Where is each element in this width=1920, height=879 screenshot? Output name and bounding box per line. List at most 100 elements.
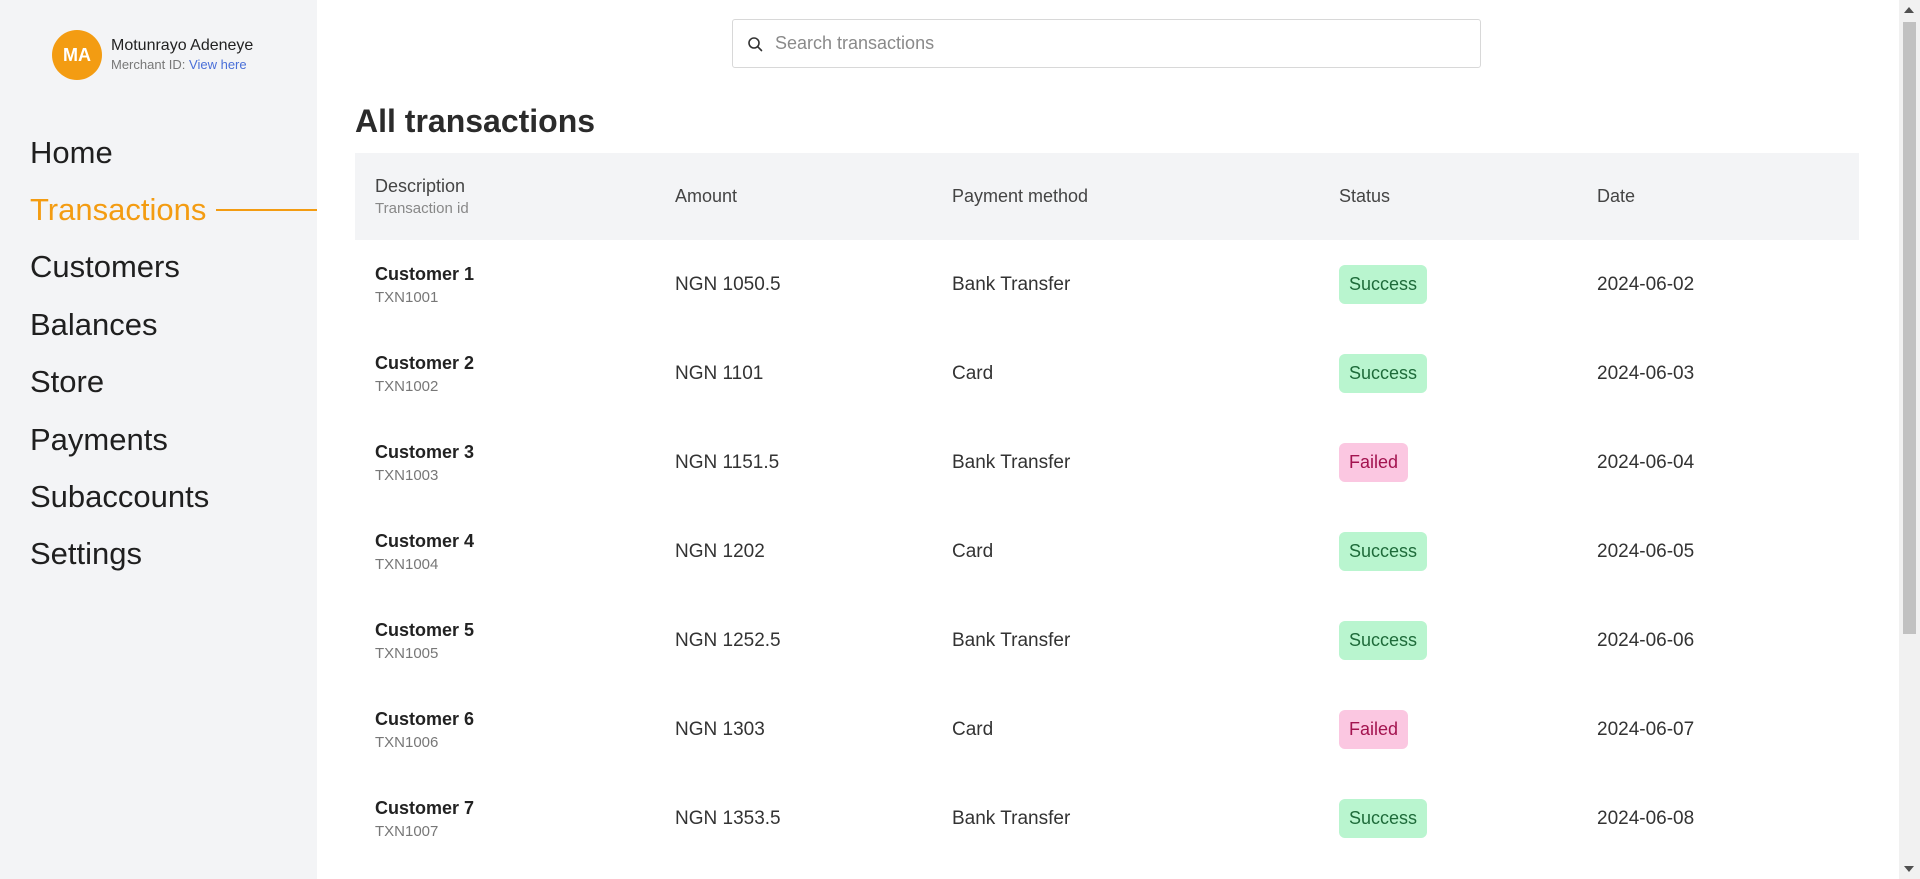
- scroll-down-icon[interactable]: [1904, 866, 1914, 872]
- table-row[interactable]: Customer 6 TXN1006 NGN 1303 Card Failed …: [355, 685, 1859, 774]
- status-badge: Success: [1339, 532, 1428, 571]
- merchant-id-link[interactable]: View here: [189, 57, 247, 72]
- scroll-up-icon[interactable]: [1904, 7, 1914, 13]
- sidebar-item-label: Customers: [30, 249, 180, 285]
- cell-payment-method: Bank Transfer: [952, 451, 1071, 473]
- transaction-id: TXN1005: [375, 644, 439, 662]
- sidebar-item-subaccounts[interactable]: Subaccounts: [30, 468, 317, 525]
- transaction-id: TXN1006: [375, 733, 439, 751]
- cell-date: 2024-06-03: [1597, 362, 1695, 384]
- search-icon: [748, 36, 763, 51]
- cell-date: 2024-06-06: [1597, 629, 1695, 651]
- page-scrollbar[interactable]: [1899, 0, 1920, 879]
- cell-payment-method: Bank Transfer: [952, 807, 1071, 829]
- active-indicator-line: [216, 209, 317, 212]
- cell-description: Customer 6 TXN1006: [355, 709, 655, 751]
- table-row[interactable]: Customer 3 TXN1003 NGN 1151.5 Bank Trans…: [355, 418, 1859, 507]
- cell-status: Success: [1319, 621, 1577, 660]
- scrollbar-thumb[interactable]: [1903, 22, 1916, 634]
- sidebar-item-balances[interactable]: Balances: [30, 296, 317, 353]
- sidebar-item-label: Subaccounts: [30, 479, 210, 515]
- cell-payment-method: Card: [952, 540, 994, 562]
- table-header: Description Transaction id Amount Paymen…: [355, 153, 1859, 240]
- customer-name: Customer 3: [375, 441, 475, 462]
- header-status: Status: [1339, 186, 1391, 206]
- header-amount: Amount: [675, 186, 738, 206]
- header-description: Description Transaction id: [355, 176, 655, 217]
- sidebar-item-label: Transactions: [30, 192, 207, 228]
- customer-name: Customer 1: [375, 263, 475, 284]
- sidebar-item-store[interactable]: Store: [30, 354, 317, 411]
- profile: MA Motunrayo Adeneye Merchant ID: View h…: [52, 30, 253, 80]
- table-row[interactable]: Customer 7 TXN1007 NGN 1353.5 Bank Trans…: [355, 774, 1859, 863]
- header-date: Date: [1597, 186, 1636, 206]
- sidebar-item-label: Home: [30, 134, 113, 170]
- cell-description: Customer 3 TXN1003: [355, 442, 655, 484]
- sidebar-item-transactions[interactable]: Transactions: [30, 181, 317, 238]
- sidebar-item-customers[interactable]: Customers: [30, 239, 317, 296]
- cell-status: Success: [1319, 799, 1577, 838]
- cell-amount: NGN 1101: [675, 362, 764, 384]
- cell-status: Success: [1319, 532, 1577, 571]
- sidebar-nav: Home Transactions Customers Balances Sto…: [30, 124, 317, 583]
- cell-status: Failed: [1319, 710, 1577, 749]
- cell-amount: NGN 1252.5: [675, 629, 781, 651]
- customer-name: Customer 4: [375, 530, 475, 551]
- cell-amount: NGN 1202: [675, 540, 765, 562]
- page-title: All transactions: [355, 103, 596, 139]
- search-input[interactable]: [775, 33, 1455, 54]
- cell-description: Customer 2 TXN1002: [355, 353, 655, 395]
- header-transaction-id-label: Transaction id: [375, 200, 469, 217]
- transaction-id: TXN1002: [375, 377, 439, 395]
- header-description-label: Description: [375, 176, 466, 196]
- cell-description: Customer 4 TXN1004: [355, 531, 655, 573]
- table-row[interactable]: Customer 4 TXN1004 NGN 1202 Card Success…: [355, 507, 1859, 596]
- sidebar-item-payments[interactable]: Payments: [30, 411, 317, 468]
- cell-payment-method: Bank Transfer: [952, 273, 1071, 295]
- cell-date: 2024-06-04: [1597, 451, 1695, 473]
- transactions-table: Description Transaction id Amount Paymen…: [355, 153, 1859, 863]
- avatar[interactable]: MA: [52, 30, 102, 80]
- status-badge: Success: [1339, 265, 1428, 304]
- sidebar-item-settings[interactable]: Settings: [30, 526, 317, 583]
- customer-name: Customer 7: [375, 797, 475, 818]
- cell-amount: NGN 1050.5: [675, 273, 781, 295]
- cell-description: Customer 7 TXN1007: [355, 798, 655, 840]
- cell-amount: NGN 1303: [675, 718, 765, 740]
- table-row[interactable]: Customer 1 TXN1001 NGN 1050.5 Bank Trans…: [355, 240, 1859, 329]
- merchant-id-line: Merchant ID: View here: [111, 56, 253, 74]
- header-payment-method: Payment method: [952, 186, 1089, 206]
- cell-date: 2024-06-08: [1597, 807, 1695, 829]
- table-row[interactable]: Customer 5 TXN1005 NGN 1252.5 Bank Trans…: [355, 596, 1859, 685]
- customer-name: Customer 6: [375, 708, 475, 729]
- cell-status: Failed: [1319, 443, 1577, 482]
- status-badge: Failed: [1339, 710, 1409, 749]
- sidebar-item-label: Payments: [30, 421, 168, 457]
- cell-description: Customer 5 TXN1005: [355, 620, 655, 662]
- status-badge: Success: [1339, 799, 1428, 838]
- cell-date: 2024-06-05: [1597, 540, 1695, 562]
- transaction-id: TXN1007: [375, 822, 439, 840]
- customer-name: Customer 5: [375, 619, 475, 640]
- cell-description: Customer 1 TXN1001: [355, 264, 655, 306]
- cell-amount: NGN 1151.5: [675, 451, 780, 473]
- transaction-id: TXN1003: [375, 466, 439, 484]
- status-badge: Failed: [1339, 443, 1409, 482]
- cell-status: Success: [1319, 265, 1577, 304]
- profile-name: Motunrayo Adeneye: [111, 37, 254, 54]
- sidebar: MA Motunrayo Adeneye Merchant ID: View h…: [0, 0, 317, 879]
- cell-payment-method: Card: [952, 718, 994, 740]
- cell-payment-method: Card: [952, 362, 994, 384]
- cell-amount: NGN 1353.5: [675, 807, 781, 829]
- profile-info: Motunrayo Adeneye Merchant ID: View here: [111, 36, 253, 74]
- table-row[interactable]: Customer 2 TXN1002 NGN 1101 Card Success…: [355, 329, 1859, 418]
- cell-date: 2024-06-07: [1597, 718, 1695, 740]
- sidebar-item-label: Balances: [30, 306, 158, 342]
- transaction-id: TXN1001: [375, 288, 439, 306]
- cell-payment-method: Bank Transfer: [952, 629, 1071, 651]
- cell-date: 2024-06-02: [1597, 273, 1695, 295]
- sidebar-item-label: Settings: [30, 536, 143, 572]
- sidebar-item-home[interactable]: Home: [30, 124, 317, 181]
- sidebar-item-label: Store: [30, 364, 105, 400]
- search-bar[interactable]: [732, 19, 1481, 68]
